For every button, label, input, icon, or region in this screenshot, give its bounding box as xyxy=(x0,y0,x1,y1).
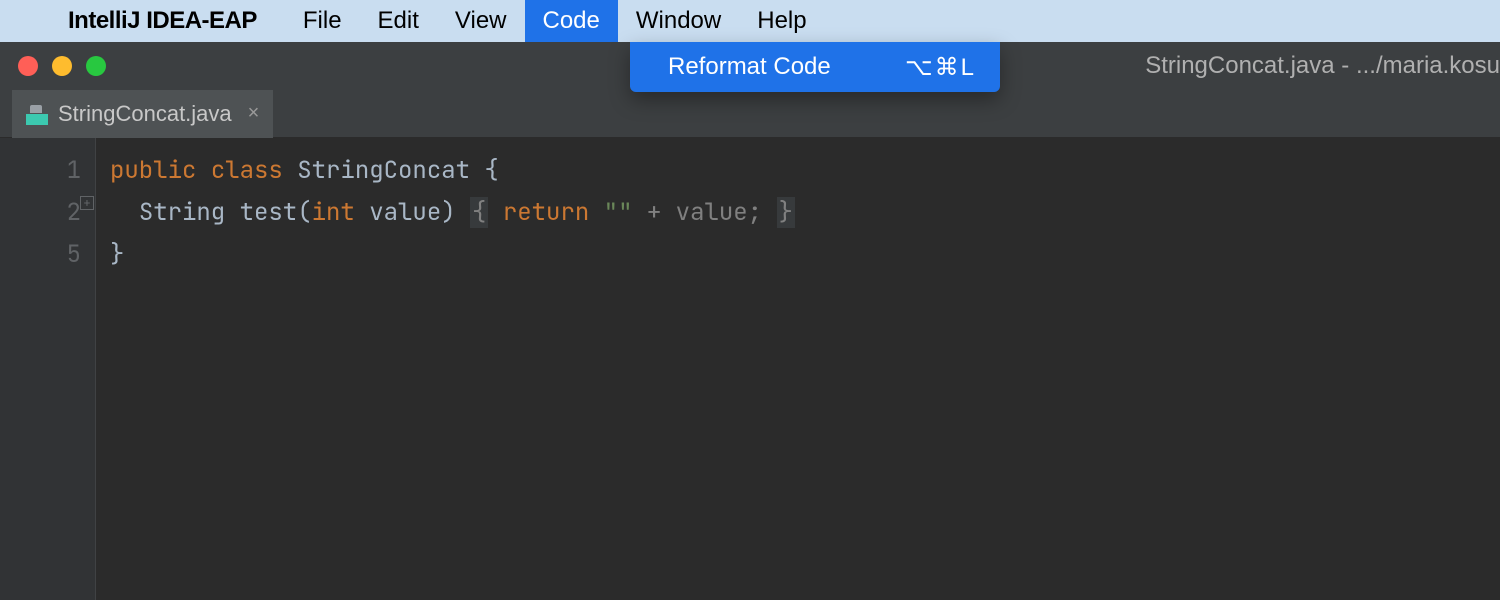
window-title: StringConcat.java - .../maria.kosu xyxy=(1145,52,1500,80)
menu-file[interactable]: File xyxy=(285,0,360,42)
menu-view[interactable]: View xyxy=(437,0,525,42)
code-token: public xyxy=(110,155,211,186)
window-close-button[interactable] xyxy=(18,56,38,76)
code-menu-dropdown: Reformat Code ⌥⌘L xyxy=(630,42,1000,92)
menu-code[interactable]: Code xyxy=(525,0,618,42)
menu-item-reformat-code[interactable]: Reformat Code ⌥⌘L xyxy=(630,42,1000,92)
code-line: public class StringConcat { xyxy=(110,150,795,192)
window-maximize-button[interactable] xyxy=(86,56,106,76)
code-token xyxy=(488,197,502,228)
code-token: "" xyxy=(604,197,633,228)
code-token: int xyxy=(312,197,370,228)
dropdown-item-shortcut: ⌥⌘L xyxy=(905,53,976,82)
line-number: 2 xyxy=(0,192,81,234)
code-area[interactable]: public class StringConcat { String test(… xyxy=(96,138,795,600)
code-editor[interactable]: 1 2 5 + public class StringConcat { Stri… xyxy=(0,138,1500,600)
macos-menubar: IntelliJ IDEA-EAP File Edit View Code Wi… xyxy=(0,0,1500,42)
traffic-lights xyxy=(0,56,106,76)
fold-expand-icon[interactable]: + xyxy=(80,196,94,210)
code-token: { xyxy=(470,197,488,228)
menu-help[interactable]: Help xyxy=(739,0,824,42)
menu-edit[interactable]: Edit xyxy=(360,0,437,42)
code-token: value) xyxy=(369,197,470,228)
editor-tabbar: StringConcat.java × xyxy=(0,90,1500,138)
code-line: } xyxy=(110,234,795,276)
code-token xyxy=(762,197,776,228)
code-token: class xyxy=(211,155,297,186)
line-number: 5 xyxy=(0,234,81,276)
code-token: + value; xyxy=(632,197,762,228)
menu-window[interactable]: Window xyxy=(618,0,739,42)
line-number-gutter: 1 2 5 + xyxy=(0,138,96,600)
window-minimize-button[interactable] xyxy=(52,56,72,76)
code-token: return xyxy=(503,197,604,228)
java-file-icon xyxy=(26,103,48,125)
code-token: } xyxy=(110,239,124,270)
dropdown-item-label: Reformat Code xyxy=(668,53,831,81)
editor-tab-stringconcat[interactable]: StringConcat.java × xyxy=(12,90,273,138)
code-token: StringConcat { xyxy=(297,155,499,186)
tab-close-icon[interactable]: × xyxy=(248,102,260,125)
code-line: String test(int value) { return "" + val… xyxy=(110,192,795,234)
code-token: String test( xyxy=(139,197,312,228)
line-number: 1 xyxy=(0,150,81,192)
app-name[interactable]: IntelliJ IDEA-EAP xyxy=(68,7,257,35)
code-token: } xyxy=(777,197,795,228)
tab-label: StringConcat.java xyxy=(58,101,232,127)
